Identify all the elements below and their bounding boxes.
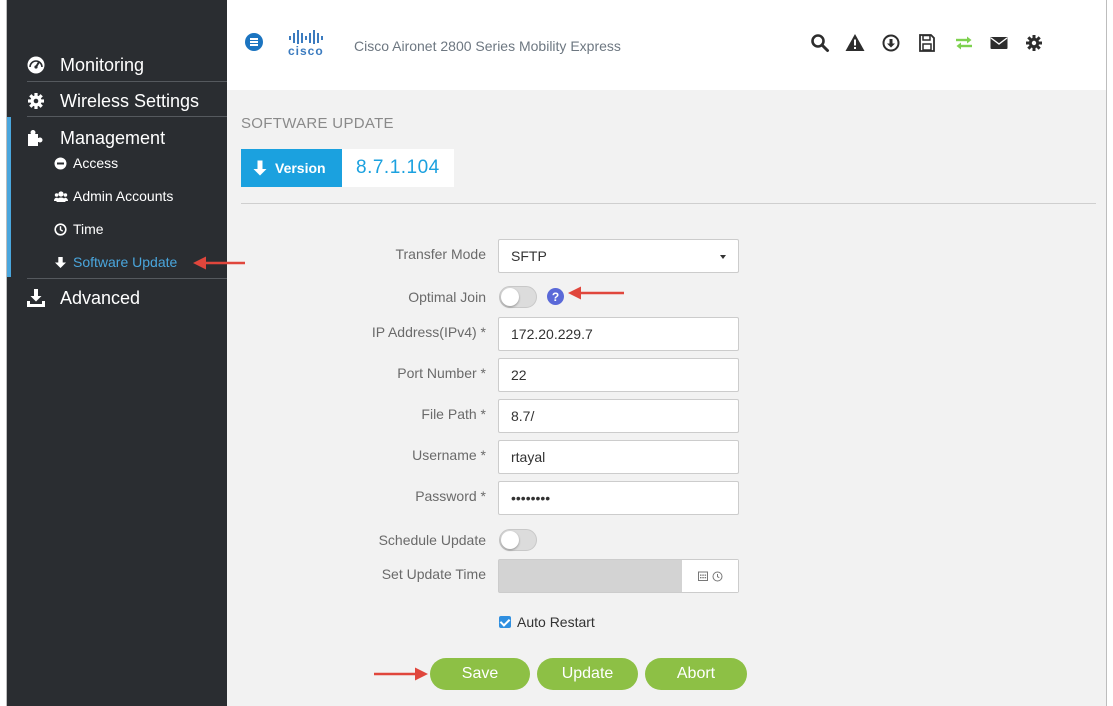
download-tray-icon — [27, 289, 45, 307]
puzzle-icon — [27, 129, 45, 147]
username-field[interactable]: rtayal — [498, 440, 739, 474]
clock-icon — [712, 571, 722, 581]
divider — [27, 81, 227, 82]
sidebar-subitem-label: Admin Accounts — [73, 188, 174, 204]
optimal-join-label: Optimal Join — [408, 289, 486, 305]
mail-icon[interactable] — [989, 33, 1009, 53]
auto-restart-label: Auto Restart — [517, 614, 595, 630]
abort-button[interactable]: Abort — [645, 658, 747, 690]
schedule-update-toggle[interactable] — [499, 529, 537, 551]
settings-icon[interactable] — [1024, 33, 1044, 53]
sidebar-subitem-label: Access — [73, 155, 119, 171]
transfer-icon[interactable] — [954, 33, 974, 53]
sidebar-subitem-admin-accounts[interactable]: Admin Accounts — [54, 187, 173, 205]
optimal-join-toggle[interactable] — [499, 286, 537, 308]
username-label: Username * — [412, 447, 486, 463]
sidebar-item-management[interactable]: Management — [7, 124, 227, 152]
save-icon[interactable] — [917, 33, 937, 53]
sidebar-item-label: Wireless Settings — [60, 90, 200, 111]
help-icon[interactable]: ? — [547, 288, 564, 305]
version-label: Version — [241, 149, 342, 187]
brand-wordmark: cisco — [288, 44, 324, 58]
annotation-arrow-icon — [568, 286, 624, 300]
users-icon — [54, 190, 68, 203]
sidebar-subitem-label: Software Update — [73, 254, 178, 270]
ip-address-label: IP Address(IPv4) * — [371, 324, 486, 340]
clock-icon — [54, 222, 67, 236]
version-value: 8.7.1.104 — [342, 149, 454, 187]
password-field[interactable]: •••••••• — [498, 481, 739, 515]
password-label: Password * — [415, 488, 486, 504]
sidebar-item-label: Advanced — [60, 287, 141, 308]
alert-icon[interactable] — [845, 33, 865, 53]
divider — [27, 116, 227, 117]
sidebar-subitem-label: Time — [73, 221, 104, 237]
chevron-down-icon — [720, 255, 726, 259]
port-number-field[interactable]: 22 — [498, 358, 739, 392]
page-title: SOFTWARE UPDATE — [241, 115, 394, 132]
sidebar-item-label: Management — [60, 127, 166, 148]
file-path-field[interactable]: 8.7/ — [498, 399, 739, 433]
sidebar-subitem-time[interactable]: Time — [54, 220, 104, 238]
update-time-label: Set Update Time — [381, 566, 486, 582]
arrow-down-icon — [253, 160, 267, 176]
auto-restart-checkbox[interactable] — [499, 616, 511, 628]
sidebar-item-advanced[interactable]: Advanced — [7, 284, 227, 312]
version-badge: Version 8.7.1.104 — [241, 149, 454, 187]
search-icon[interactable] — [810, 33, 830, 53]
schedule-update-label: Schedule Update — [378, 532, 486, 548]
update-button[interactable]: Update — [537, 658, 638, 690]
transfer-mode-label: Transfer Mode — [395, 246, 486, 262]
dashboard-icon — [27, 56, 45, 74]
auto-restart-row[interactable]: Auto Restart — [499, 614, 595, 630]
sidebar-item-wireless-settings[interactable]: Wireless Settings — [7, 87, 227, 115]
calendar-icon — [697, 571, 708, 581]
download-circle-icon[interactable] — [881, 33, 901, 53]
cisco-logo-icon — [289, 30, 323, 44]
app-title: Cisco Aironet 2800 Series Mobility Expre… — [354, 38, 621, 54]
sidebar-subitem-software-update[interactable]: Software Update — [54, 253, 177, 271]
annotation-arrow-icon — [374, 667, 428, 681]
sidebar-subitem-access[interactable]: Access — [54, 154, 118, 172]
sidebar-item-monitoring[interactable]: Monitoring — [7, 50, 227, 80]
sidebar-item-label: Monitoring — [60, 54, 145, 75]
port-number-label: Port Number * — [397, 365, 486, 381]
gear-icon — [27, 92, 45, 110]
file-path-label: File Path * — [421, 406, 486, 422]
update-time-field[interactable] — [498, 559, 739, 593]
save-button[interactable]: Save — [430, 658, 530, 690]
menu-icon[interactable] — [245, 33, 263, 51]
minus-circle-icon — [54, 157, 67, 170]
main-content: SOFTWARE UPDATE Version 8.7.1.104 Transf… — [227, 90, 1106, 706]
transfer-mode-select[interactable]: SFTP — [498, 239, 739, 273]
divider — [241, 203, 1096, 204]
divider — [27, 278, 227, 279]
datetime-picker[interactable] — [682, 560, 738, 592]
arrow-down-icon — [54, 256, 67, 269]
ip-address-field[interactable]: 172.20.229.7 — [498, 317, 739, 351]
annotation-arrow-icon — [193, 256, 245, 270]
top-header: cisco Cisco Aironet 2800 Series Mobility… — [227, 0, 1106, 90]
sidebar: Monitoring Wireless Settings Management … — [7, 0, 227, 706]
